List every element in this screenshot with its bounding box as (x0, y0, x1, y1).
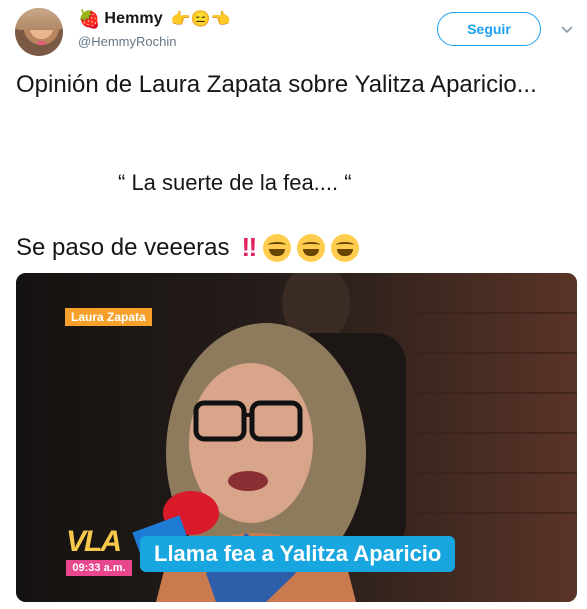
tears-of-joy-emoji-icon (263, 233, 292, 262)
avatar-lips (37, 41, 46, 45)
avatar[interactable] (15, 8, 63, 56)
tweet-text-line3-label: Se paso de veeeras (16, 233, 230, 261)
tweet-text-line1: Opinión de Laura Zapata sobre Yalitza Ap… (16, 71, 537, 98)
name-emoji-icons: 👉😑👈 (170, 11, 231, 28)
follow-button[interactable]: Seguir (437, 12, 541, 46)
tweet-header: 🍓 Hemmy 👉😑👈 @HemmyRochin Seguir (0, 0, 587, 64)
name-tag: Laura Zapata (65, 308, 152, 326)
user-handle[interactable]: @HemmyRochin (78, 34, 176, 49)
tweet-quote: “ La suerte de la fea.... “ (118, 170, 352, 195)
tears-of-joy-emoji-icon (331, 233, 360, 262)
tweet-text-line3: Se paso de veeeras ‼ (16, 232, 360, 263)
avatar-hair (15, 8, 63, 30)
strawberry-icon: 🍓 (78, 9, 101, 29)
video-headline: Llama fea a Yalitza Aparicio (140, 536, 456, 572)
display-name[interactable]: Hemmy (104, 10, 162, 28)
name-row[interactable]: 🍓 Hemmy 👉😑👈 (78, 9, 231, 29)
double-exclamation-icon: ‼ (241, 232, 258, 262)
video-media[interactable]: Laura Zapata VLA 09:33 a.m. Llama fea a … (16, 273, 577, 602)
chevron-down-icon[interactable] (560, 22, 574, 36)
tears-of-joy-emoji-icon (297, 233, 326, 262)
broadcast-time: 09:33 a.m. (66, 560, 132, 576)
channel-logo-text: VLA (66, 525, 122, 558)
